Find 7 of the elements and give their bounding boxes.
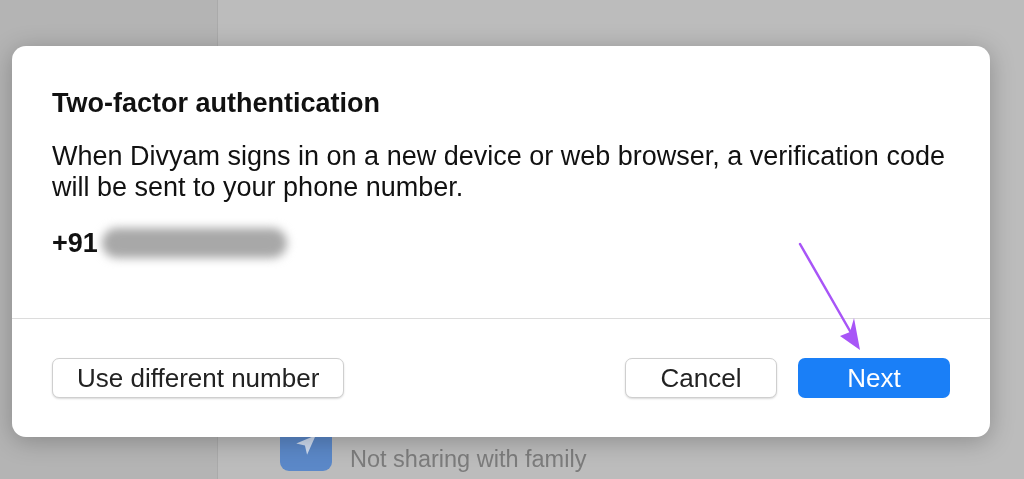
- dialog-title: Two-factor authentication: [52, 87, 381, 119]
- next-button[interactable]: Next: [798, 358, 950, 398]
- phone-prefix: +91: [52, 227, 98, 259]
- cancel-button[interactable]: Cancel: [625, 358, 777, 398]
- use-different-number-button[interactable]: Use different number: [52, 358, 345, 398]
- dialog-message: When Divyam signs in on a new device or web browser, a verification code will be sent to your phone number.: [52, 141, 946, 203]
- location-sharing-subtitle: Not sharing with family: [350, 446, 587, 473]
